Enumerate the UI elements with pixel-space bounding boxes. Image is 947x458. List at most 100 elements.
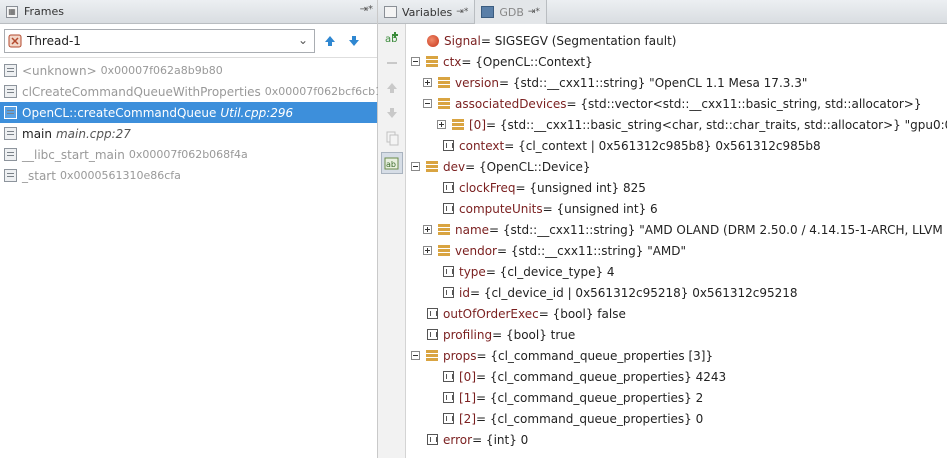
variables-tree: Signal = SIGSEGV (Segmentation fault) ct… [407, 24, 947, 458]
var-value: = {unsigned int} 6 [542, 201, 658, 216]
var-value: = {std::__cxx11::string} "AMD" [496, 243, 687, 258]
var-value: = {cl_command_queue_properties} 4243 [476, 369, 727, 384]
var-value: = {bool} false [538, 306, 626, 321]
frame-row[interactable]: _start 0x0000561310e86cfa [0, 165, 377, 186]
primitive-icon [427, 308, 438, 319]
copy-button[interactable] [381, 127, 403, 149]
collapse-icon[interactable] [423, 99, 432, 108]
primitive-icon [443, 203, 454, 214]
struct-icon [426, 56, 438, 67]
tab-variables[interactable]: Variables ⇥* [378, 0, 476, 24]
expand-icon[interactable] [423, 225, 432, 234]
var-name: props [443, 348, 477, 363]
var-value: = {std::__cxx11::string} "AMD OLAND (DRM… [489, 222, 947, 237]
var-name: [2] [459, 411, 476, 426]
var-row-out-of-order-exec[interactable]: outOfOrderExec = {bool} false [427, 303, 626, 324]
new-watch-button[interactable]: ab [381, 27, 403, 49]
var-row-id[interactable]: id = {cl_device_id | 0x561312c95218} 0x5… [443, 282, 798, 303]
thread-row: Thread-1 ⌄ [0, 24, 377, 58]
pin-icon[interactable]: ⇥* [456, 7, 468, 17]
var-name: name [455, 222, 490, 237]
frame-icon [4, 169, 17, 182]
var-row-ctx[interactable]: ctx = {OpenCL::Context} [411, 51, 593, 72]
frame-row[interactable]: clCreateCommandQueueWithProperties 0x000… [0, 81, 382, 102]
frame-location: main.cpp:27 [55, 126, 131, 141]
expand-icon[interactable] [423, 78, 432, 87]
primitive-icon [443, 287, 454, 298]
frame-row[interactable]: <unknown> 0x00007f062a8b9b80 [0, 60, 377, 81]
var-value: = {std::__cxx11::basic_string<char, std:… [486, 117, 947, 132]
thread-select[interactable]: Thread-1 ⌄ [4, 28, 315, 53]
var-row-context[interactable]: context = {cl_context | 0x561312c985b8} … [443, 135, 821, 156]
collapse-icon[interactable] [411, 57, 420, 66]
var-row-associated-devices[interactable]: associatedDevices = {std::vector<std::__… [423, 93, 921, 114]
var-row-type[interactable]: type = {cl_device_type} 4 [443, 261, 615, 282]
tab-gdb[interactable]: GDB ⇥* [475, 0, 547, 24]
tab-gdb-label: GDB [499, 5, 524, 19]
collapse-icon[interactable] [411, 162, 420, 171]
frame-up-button[interactable] [321, 32, 339, 50]
var-row-dev[interactable]: dev = {OpenCL::Device} [411, 156, 591, 177]
var-value: = {unsigned int} 825 [515, 180, 646, 195]
arrow-down-icon [387, 108, 397, 118]
frame-row[interactable]: main main.cpp:27 [0, 123, 377, 144]
var-row-version[interactable]: version = {std::__cxx11::string} "OpenCL… [423, 72, 807, 93]
var-row-props[interactable]: props = {cl_command_queue_properties [3]… [411, 345, 713, 366]
var-value: = {cl_command_queue_properties [3]} [476, 348, 714, 363]
expand-icon[interactable] [437, 120, 446, 129]
move-down-button[interactable] [381, 102, 403, 124]
frame-row-selected[interactable]: OpenCL::createCommandQueue Util.cpp:296 [0, 102, 377, 123]
var-row-props-1[interactable]: [1] = {cl_command_queue_properties} 2 [443, 387, 703, 408]
var-name: ctx [443, 54, 462, 69]
var-row-clock-freq[interactable]: clockFreq = {unsigned int} 825 [443, 177, 646, 198]
frame-address: 0x00007f062a8b9b80 [100, 64, 223, 77]
var-name: vendor [455, 243, 497, 258]
var-name: profiling [443, 327, 493, 342]
var-row-name[interactable]: name = {std::__cxx11::string} "AMD OLAND… [423, 219, 947, 240]
struct-icon [438, 224, 450, 235]
frame-name: <unknown> [22, 63, 97, 78]
frames-title: Frames [24, 5, 65, 18]
tab-bar: Variables ⇥* GDB ⇥* [378, 0, 947, 24]
primitive-icon [443, 371, 454, 382]
frame-name: main [22, 126, 52, 141]
var-row-vendor[interactable]: vendor = {std::__cxx11::string} "AMD" [423, 240, 686, 261]
var-name: version [455, 75, 499, 90]
var-name: dev [443, 159, 466, 174]
collapse-icon[interactable] [411, 351, 420, 360]
var-value: = {cl_command_queue_properties} 0 [476, 411, 704, 426]
minus-icon [387, 62, 397, 64]
expand-icon[interactable] [423, 246, 432, 255]
var-row-profiling[interactable]: profiling = {bool} true [427, 324, 575, 345]
var-row-props-0[interactable]: [0] = {cl_command_queue_properties} 4243 [443, 366, 726, 387]
frame-down-button[interactable] [345, 32, 363, 50]
var-row-signal[interactable]: Signal = SIGSEGV (Segmentation fault) [427, 30, 676, 51]
var-name: [0] [459, 369, 476, 384]
struct-icon [426, 350, 438, 361]
pin-icon[interactable]: ⇥* [360, 4, 373, 15]
var-row-device-0[interactable]: [0] = {std::__cxx11::basic_string<char, … [437, 114, 947, 135]
frame-icon [4, 127, 17, 140]
remove-watch-button[interactable] [381, 52, 403, 74]
var-value: = {int} 0 [472, 432, 529, 447]
var-row-props-2[interactable]: [2] = {cl_command_queue_properties} 0 [443, 408, 703, 429]
var-value: = {OpenCL::Device} [465, 159, 591, 174]
var-row-compute-units[interactable]: computeUnits = {unsigned int} 6 [443, 198, 658, 219]
var-value: = {cl_command_queue_properties} 2 [476, 390, 704, 405]
move-up-button[interactable] [381, 77, 403, 99]
chevron-down-icon: ⌄ [297, 32, 308, 47]
tab-variables-label: Variables [402, 5, 453, 19]
variables-toolbar: ab ab [378, 24, 406, 458]
var-name: computeUnits [459, 201, 543, 216]
frames-window-icon: ▦ [6, 5, 18, 18]
frame-row[interactable]: __libc_start_main 0x00007f062b068f4a [0, 144, 377, 165]
var-row-error[interactable]: error = {int} 0 [427, 429, 528, 450]
svg-text:ab: ab [386, 160, 396, 169]
primitive-icon [443, 266, 454, 277]
var-name: error [443, 432, 473, 447]
struct-icon [438, 98, 450, 109]
var-value: = {cl_device_id | 0x561312c95218} 0x5613… [469, 285, 798, 300]
show-watches-toggle[interactable]: ab [381, 152, 403, 174]
add-watch-icon: ab [385, 32, 398, 45]
pin-icon[interactable]: ⇥* [528, 7, 540, 17]
